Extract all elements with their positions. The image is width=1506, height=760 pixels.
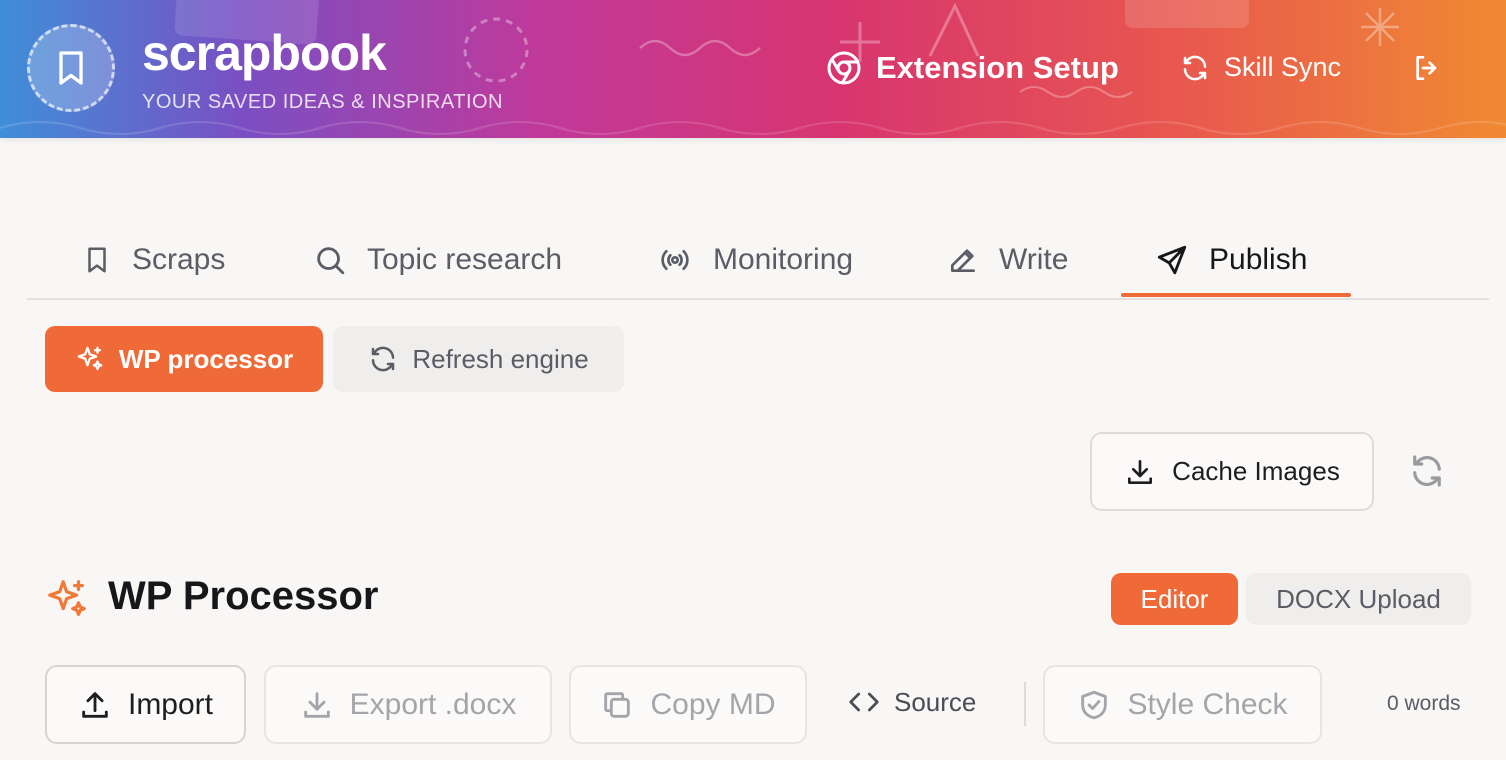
tab-topic-research[interactable]: Topic research bbox=[313, 222, 562, 298]
tab-write[interactable]: Write bbox=[947, 222, 1068, 298]
send-icon bbox=[1157, 245, 1187, 275]
copy-icon bbox=[604, 691, 631, 718]
import-label: Import bbox=[127, 687, 214, 721]
extension-setup-label: Extension Setup bbox=[876, 50, 1119, 85]
tab-label: Monitoring bbox=[713, 243, 854, 276]
section-title: WP Processor bbox=[108, 574, 379, 618]
mode-docx-upload-button[interactable]: DOCX Upload bbox=[1246, 573, 1471, 625]
copy-md-button[interactable]: Copy MD bbox=[569, 665, 807, 744]
app-header: scrapbook YOUR SAVED IDEAS & INSPIRATION… bbox=[0, 0, 1506, 138]
radio-icon bbox=[661, 250, 689, 270]
refresh-icon bbox=[1183, 55, 1207, 80]
bookmark-icon bbox=[59, 51, 83, 85]
source-label: Source bbox=[894, 686, 977, 717]
skill-sync-label: Skill Sync bbox=[1224, 52, 1342, 82]
tab-publish[interactable]: Publish bbox=[1155, 222, 1307, 298]
import-button[interactable]: Import bbox=[45, 665, 246, 744]
logout-icon bbox=[1416, 56, 1437, 80]
search-icon bbox=[317, 247, 345, 275]
pencil-icon bbox=[951, 249, 975, 272]
word-count: 0 words bbox=[1387, 692, 1461, 715]
sparkles-icon bbox=[44, 576, 90, 622]
tab-monitoring[interactable]: Monitoring bbox=[657, 222, 853, 298]
logo[interactable] bbox=[27, 24, 115, 112]
upload-icon bbox=[82, 691, 108, 718]
toolbar-divider bbox=[1024, 682, 1026, 726]
refresh-icon bbox=[372, 346, 395, 372]
logout-button[interactable] bbox=[1410, 52, 1444, 84]
code-icon bbox=[849, 692, 879, 712]
active-tab-indicator bbox=[1121, 293, 1351, 297]
style-check-label: Style Check bbox=[1127, 687, 1288, 721]
extension-setup-button[interactable]: Extension Setup bbox=[826, 50, 1119, 86]
cache-images-label: Cache Images bbox=[1172, 456, 1340, 486]
wp-processor-button[interactable]: WP processor bbox=[45, 326, 323, 392]
main-tabs: Scraps Topic research Monitoring Write P… bbox=[27, 222, 1489, 300]
shield-check-icon bbox=[1081, 690, 1108, 719]
export-label: Export .docx bbox=[349, 687, 517, 721]
tab-label: Publish bbox=[1209, 243, 1308, 276]
reload-cache-button[interactable] bbox=[1406, 450, 1448, 492]
brand-title: scrapbook bbox=[142, 25, 387, 81]
cache-images-button[interactable]: Cache Images bbox=[1090, 432, 1374, 511]
skill-sync-button[interactable]: Skill Sync bbox=[1180, 52, 1341, 83]
tab-label: Write bbox=[999, 243, 1069, 276]
refresh-icon bbox=[1413, 455, 1441, 487]
tab-label: Topic research bbox=[367, 243, 563, 276]
bookmark-icon bbox=[88, 247, 106, 273]
wp-processor-label: WP processor bbox=[118, 343, 294, 374]
download-icon bbox=[1128, 459, 1153, 484]
tab-scraps[interactable]: Scraps bbox=[82, 222, 225, 298]
mode-editor-button[interactable]: Editor bbox=[1111, 573, 1238, 625]
style-check-button[interactable]: Style Check bbox=[1043, 665, 1322, 744]
refresh-engine-label: Refresh engine bbox=[412, 343, 589, 374]
chrome-icon bbox=[827, 51, 861, 85]
source-button[interactable]: Source bbox=[848, 686, 976, 718]
sparkles-icon bbox=[77, 346, 103, 371]
refresh-engine-button[interactable]: Refresh engine bbox=[333, 326, 624, 392]
download-icon bbox=[303, 691, 330, 718]
export-docx-button[interactable]: Export .docx bbox=[264, 665, 552, 744]
tab-label: Scraps bbox=[132, 243, 226, 276]
brand-tagline: YOUR SAVED IDEAS & INSPIRATION bbox=[142, 91, 503, 113]
copy-label: Copy MD bbox=[650, 687, 776, 721]
